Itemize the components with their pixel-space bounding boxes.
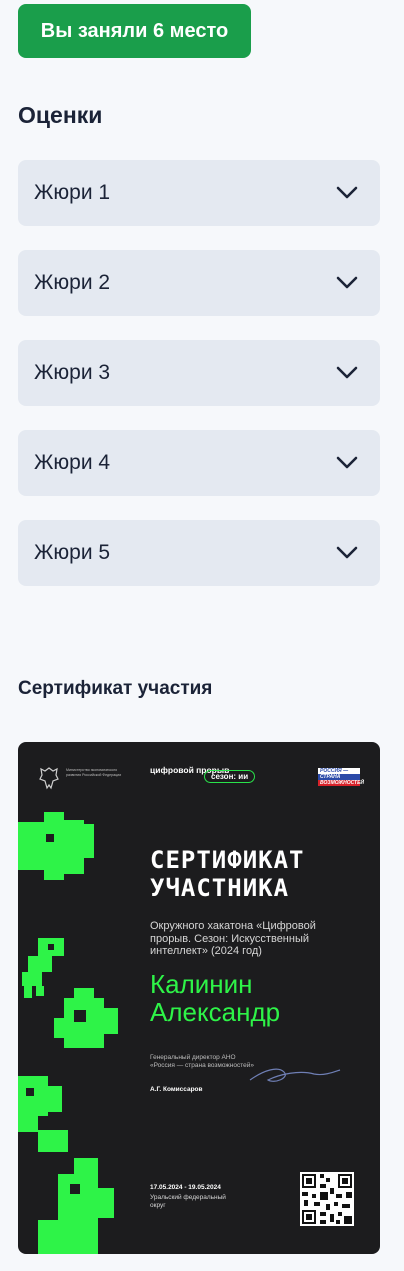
- jury-accordion-list: Жюри 1 Жюри 2 Жюри 3 Жюри 4 Жюри 5: [18, 160, 380, 610]
- russia-brand-logo: РОССИЯ — СТРАНА ВОЗМОЖНОСТЕЙ: [318, 768, 364, 786]
- certificate-heading: СЕРТИФИКАТ УЧАСТНИКА: [150, 846, 305, 902]
- jury-accordion-5[interactable]: Жюри 5: [18, 520, 380, 586]
- signer-name: А.Г. Комиссаров: [150, 1086, 203, 1093]
- certificate-description: Окружного хакатона «Цифровой прорыв. Сез…: [150, 920, 316, 957]
- certificate-image[interactable]: Министерство экономического развития Рос…: [18, 742, 380, 1254]
- jury-label: Жюри 1: [34, 181, 111, 204]
- jury-accordion-4[interactable]: Жюри 4: [18, 430, 380, 496]
- jury-label: Жюри 3: [34, 361, 111, 384]
- event-district: Уральский федеральный округ: [150, 1194, 226, 1209]
- jury-label: Жюри 2: [34, 271, 111, 294]
- signature-icon: [249, 1068, 341, 1082]
- russia-brand-line: ВОЗМОЖНОСТЕЙ: [318, 780, 364, 786]
- jury-label: Жюри 5: [34, 541, 111, 564]
- pixel-art-decoration: [18, 812, 118, 1254]
- coat-of-arms-icon: [39, 767, 59, 790]
- season-label: сезон: ии: [204, 770, 256, 783]
- certificate-section-title: Сертификат участия: [18, 678, 213, 699]
- jury-accordion-1[interactable]: Жюри 1: [18, 160, 380, 226]
- chevron-down-icon[interactable]: [336, 546, 358, 560]
- qr-code-icon: [300, 1172, 354, 1226]
- chevron-down-icon[interactable]: [336, 366, 358, 380]
- chevron-down-icon[interactable]: [336, 456, 358, 470]
- jury-accordion-3[interactable]: Жюри 3: [18, 340, 380, 406]
- ministry-name: Министерство экономического развития Рос…: [66, 768, 122, 777]
- jury-label: Жюри 4: [34, 451, 111, 474]
- scores-title: Оценки: [18, 102, 103, 128]
- chevron-down-icon[interactable]: [336, 276, 358, 290]
- event-dates: 17.05.2024 - 19.05.2024: [150, 1184, 221, 1191]
- place-badge: Вы заняли 6 место: [18, 4, 251, 58]
- recipient-name: Калинин Александр: [150, 969, 281, 1027]
- chevron-down-icon[interactable]: [336, 186, 358, 200]
- jury-accordion-2[interactable]: Жюри 2: [18, 250, 380, 316]
